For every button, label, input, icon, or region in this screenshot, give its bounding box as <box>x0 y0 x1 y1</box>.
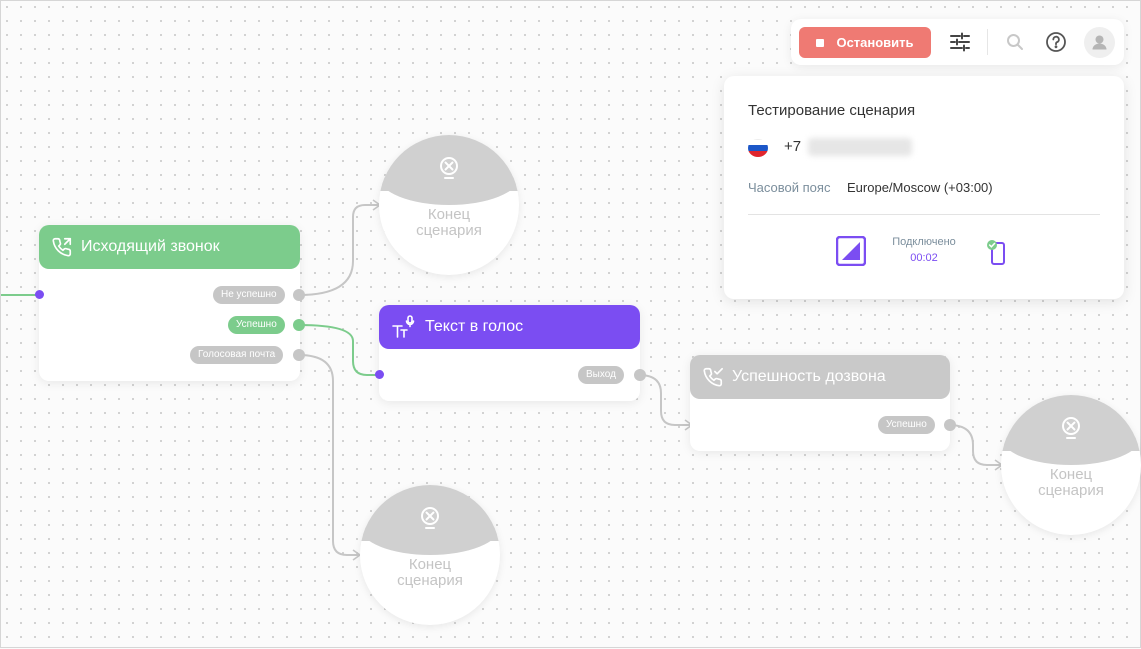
output-port-voicemail[interactable] <box>293 349 305 361</box>
close-circle-icon <box>440 157 458 179</box>
output-label-exit: Выход <box>578 366 624 384</box>
search-icon[interactable] <box>1006 33 1024 51</box>
output-label-success: Успешно <box>878 416 935 434</box>
output-port-success[interactable] <box>944 419 956 431</box>
panel-divider <box>748 214 1100 215</box>
output-label-success: Успешно <box>228 316 285 334</box>
russia-flag-icon <box>748 139 768 157</box>
output-label-voicemail: Голосовая почта <box>190 346 284 364</box>
user-avatar-icon <box>1092 35 1107 50</box>
timezone-label: Часовой пояс <box>748 180 831 195</box>
output-port-fail[interactable] <box>293 289 305 301</box>
timezone-value: Europe/Moscow (+03:00) <box>847 180 993 195</box>
close-circle-icon <box>1062 417 1080 439</box>
node-title: Текст в голос <box>425 318 524 335</box>
output-port-success[interactable] <box>293 319 305 331</box>
end-node-label: Конец сценария <box>1038 466 1104 499</box>
phone-number-blurred <box>808 138 912 156</box>
node-outgoing-call[interactable]: Исходящий звонок Не успешно Успешно Голо… <box>35 225 305 381</box>
node-dial-success-header[interactable]: Успешность дозвона <box>690 355 950 399</box>
node-dial-success[interactable]: Успешность дозвона Успешно <box>690 355 956 451</box>
close-circle-icon <box>421 507 439 529</box>
input-port[interactable] <box>375 370 384 379</box>
node-title: Исходящий звонок <box>81 238 220 255</box>
test-scenario-panel: Тестирование сценария +7 Часовой пояс Eu… <box>724 76 1124 299</box>
end-node-label: Конец сценария <box>397 556 463 589</box>
connection-status: Подключено <box>892 236 956 248</box>
node-text-to-speech[interactable]: Текст в голос Выход <box>375 305 646 401</box>
output-label-fail: Не успешно <box>213 286 285 304</box>
top-toolbar: Остановить <box>791 19 1124 65</box>
toolbar-divider <box>987 29 988 55</box>
operator-icon <box>836 236 866 266</box>
stop-button[interactable]: Остановить <box>799 27 931 58</box>
node-title: Успешность дозвона <box>732 368 886 385</box>
avatar[interactable] <box>1084 27 1115 58</box>
end-node[interactable]: Конец сценария <box>1001 395 1141 535</box>
node-text-to-speech-header[interactable]: Текст в голос <box>379 305 640 349</box>
end-node[interactable]: Конец сценария <box>360 485 500 625</box>
settings-sliders-icon[interactable] <box>949 31 971 53</box>
phone-outgoing-icon <box>52 237 72 257</box>
connected-phone-icon <box>987 240 1005 265</box>
connection-timer: 00:02 <box>910 252 938 264</box>
end-node-label: Конец сценария <box>416 206 482 239</box>
output-port-exit[interactable] <box>634 369 646 381</box>
text-to-speech-icon <box>392 315 415 338</box>
phone-check-icon <box>703 367 723 387</box>
node-outgoing-call-header[interactable]: Исходящий звонок <box>39 225 300 269</box>
end-node[interactable]: Конец сценария <box>379 135 519 275</box>
stop-icon <box>816 38 825 47</box>
help-icon[interactable] <box>1045 31 1067 53</box>
panel-title: Тестирование сценария <box>748 102 916 119</box>
phone-number: +7 <box>784 138 802 155</box>
input-port[interactable] <box>35 290 44 299</box>
